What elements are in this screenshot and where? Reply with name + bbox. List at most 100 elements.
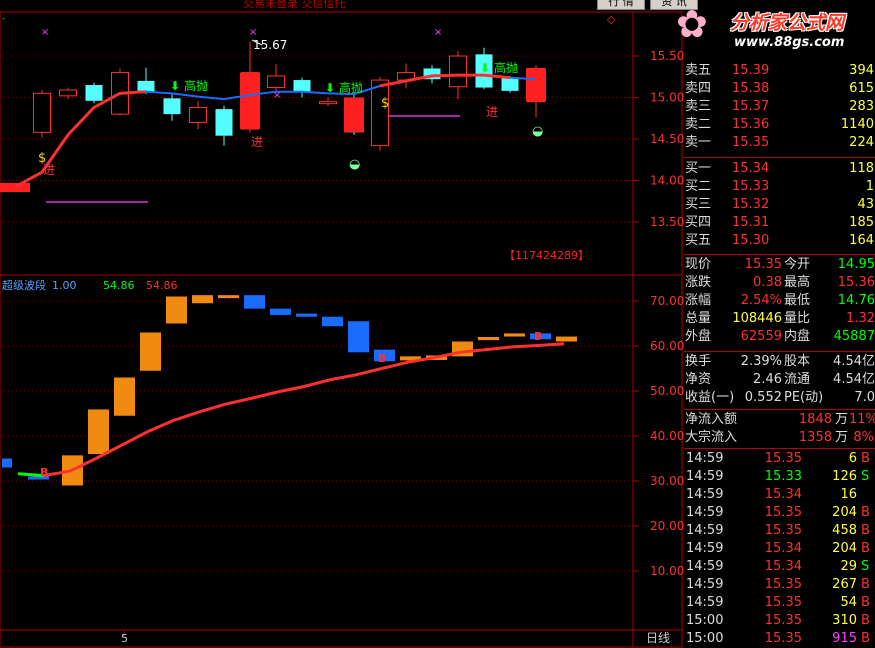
cross-marker: ×: [273, 90, 281, 101]
bid-volume: 185: [849, 215, 874, 230]
flow-value: 1848: [798, 412, 832, 427]
indicator-axis-label: 10.00: [650, 564, 684, 578]
cross-marker: ×: [41, 27, 49, 38]
chart-canvas[interactable]: 5◇15.5015.0014.5014.0013.5015.67⬇ 高抛 ⬇ 高抛⬇ 高…: [0, 0, 684, 648]
ask-row: 卖一 15.35 224: [684, 134, 875, 152]
indicator-bar: [348, 321, 369, 353]
tick-price: 15.34: [764, 541, 802, 556]
indicator-bar: [192, 295, 213, 304]
tick-time: 14:59: [686, 487, 724, 502]
tick-price: 15.35: [764, 595, 802, 610]
x-axis-label: 5: [121, 632, 128, 645]
candle-body: [293, 80, 311, 93]
bid-label: 买四: [685, 215, 712, 230]
price-axis-label: 15.00: [650, 91, 684, 105]
tick-volume: 126: [832, 469, 857, 484]
tick-volume: 6: [848, 451, 857, 466]
tick-volume: 29: [840, 559, 857, 574]
stat-value: 0.552: [744, 390, 782, 405]
bid-price: 15.33: [732, 179, 770, 194]
tick-side: B: [861, 613, 870, 628]
code-badge: 【117424289】: [504, 249, 589, 262]
indicator-bar: [114, 377, 135, 416]
money-bag-icon: $: [381, 96, 389, 111]
stat-value: 2.54%: [740, 293, 782, 308]
bid-price: 15.32: [732, 197, 770, 212]
stat-value: 2.39%: [740, 354, 782, 369]
quote-button[interactable]: 行 情: [597, 0, 645, 10]
tick-price: 15.35: [764, 613, 802, 628]
ask-volume: 615: [849, 81, 874, 96]
tick-price: 15.35: [764, 505, 802, 520]
price-axis-label: 14.00: [650, 174, 684, 188]
bid-label: 买三: [685, 197, 712, 212]
ask-volume: 1140: [840, 117, 874, 132]
buy-marker: B: [378, 352, 386, 365]
trade-tick-row: 14:59 15.35 458 B: [684, 522, 875, 540]
stat-label: 量比: [784, 311, 811, 326]
stat-value: 45887: [833, 329, 875, 344]
quote-separator: [684, 409, 875, 410]
stat-value: 15.36: [837, 275, 875, 290]
candle-body: [267, 75, 285, 89]
bid-volume: 43: [857, 197, 874, 212]
stat-label: PE(动): [784, 390, 824, 405]
tick-side: B: [861, 451, 870, 466]
ask-row: 卖四 15.38 615: [684, 80, 875, 98]
stat-value: 62559: [740, 329, 782, 344]
bid-volume: 1: [865, 179, 874, 194]
tick-time: 14:59: [686, 469, 724, 484]
stat-value: 7.0: [854, 390, 875, 405]
tick-time: 14:59: [686, 595, 724, 610]
bid-label: 买五: [685, 233, 712, 248]
indicator-axis-label: 50.00: [650, 384, 684, 398]
tick-price: 15.33: [764, 469, 802, 484]
candle-body: [189, 106, 207, 123]
tick-price: 15.35: [764, 577, 802, 592]
flow-percent: 8%: [853, 430, 874, 445]
indicator-bar: [140, 332, 161, 371]
stat-label: 内盘: [784, 329, 811, 344]
sell-signal-label: 高抛: [494, 60, 518, 75]
tick-volume: 16: [840, 487, 857, 502]
bid-price: 15.31: [732, 215, 770, 230]
stat-row: 收益(一) 0.552 PE(动) 7.0: [684, 389, 875, 407]
ask-row: 卖三 15.37 283: [684, 98, 875, 116]
trade-tick-row: 14:59 15.35 267 B: [684, 576, 875, 594]
indicator-axis-label: 30.00: [650, 474, 684, 488]
tick-side: B: [861, 541, 870, 556]
cross-marker: ×: [249, 27, 257, 38]
indicator-bar: [296, 313, 317, 317]
stat-row: 现价 15.35 今开 14.95: [684, 256, 875, 274]
trade-tick-row: 14:59 15.34 204 B: [684, 540, 875, 558]
indicator-bar: [270, 308, 291, 315]
down-arrow-icon: ⬇: [325, 81, 335, 95]
tick-volume: 204: [832, 541, 857, 556]
bid-row: 买四 15.31 185: [684, 214, 875, 232]
indicator-axis-label: 70.00: [650, 294, 684, 308]
minus-marker: -: [2, 14, 5, 24]
tick-side: B: [861, 595, 870, 610]
trade-status-title: 交易未登录 交信信托: [243, 0, 346, 10]
signal-candle-body: [240, 72, 260, 130]
indicator-bar: [88, 409, 109, 454]
indicator-bar: [2, 458, 12, 468]
trade-tick-row: 14:59 15.35 54 B: [684, 594, 875, 612]
high-price-label: 15.67: [253, 38, 287, 52]
bid-row: 买五 15.30 164: [684, 232, 875, 250]
ask-label: 卖三: [685, 99, 712, 114]
indicator-bar: [322, 316, 343, 327]
quote-separator: [684, 157, 875, 158]
trade-tick-row: 14:59 15.33 126 S: [684, 468, 875, 486]
candle-body: [215, 109, 233, 136]
stat-row: 换手 2.39% 股本 4.54亿: [684, 353, 875, 371]
stat-row: 涨跌 0.38 最高 15.36: [684, 274, 875, 292]
ask-label: 卖二: [685, 117, 712, 132]
candle-body: [319, 101, 337, 105]
tick-time: 14:59: [686, 505, 724, 520]
tick-side: B: [861, 505, 870, 520]
stat-row: 外盘 62559 内盘 45887: [684, 328, 875, 346]
period-tab-daily[interactable]: 日线: [634, 630, 682, 647]
flow-percent: 11%: [849, 412, 875, 427]
bid-row: 买三 15.32 43: [684, 196, 875, 214]
